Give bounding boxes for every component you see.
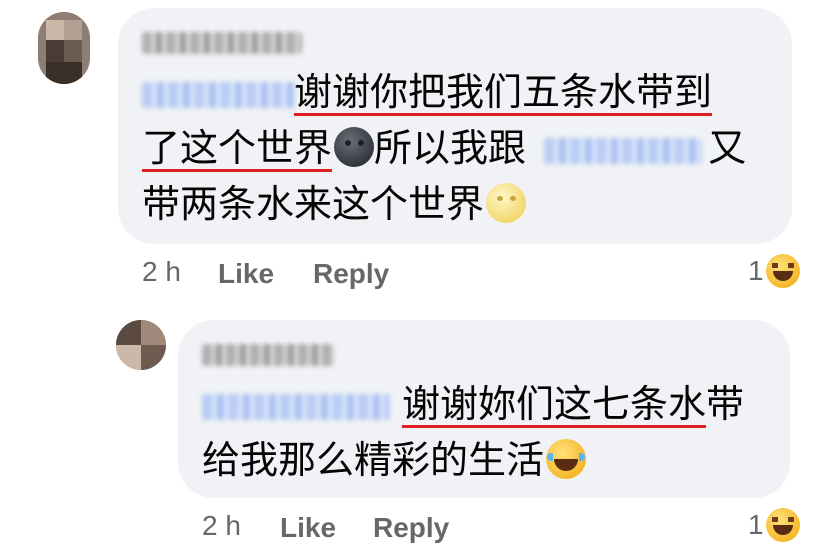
comment-line-1: 谢谢你把我们五条水带到 <box>142 68 712 116</box>
reaction-summary[interactable]: 1 <box>748 508 800 542</box>
full-moon-face-icon <box>486 183 527 223</box>
replier-name-redacted[interactable] <box>202 344 334 366</box>
tears-of-joy-icon <box>546 439 587 479</box>
comment-text: 带两条水来这个世界 <box>142 182 485 226</box>
like-button[interactable]: Like <box>280 512 336 544</box>
reaction-count: 1 <box>748 509 764 540</box>
reply-text: 谢谢妳们这七条水 <box>402 382 707 426</box>
mention-redacted[interactable] <box>544 137 703 164</box>
reply-text: 给我那么精彩的生活 <box>202 438 545 482</box>
mention-redacted[interactable] <box>202 393 390 420</box>
comment-line-2: 了这个世界 所以我跟 又 <box>142 124 746 172</box>
commenter-avatar[interactable] <box>38 12 90 84</box>
laughing-emoji-icon <box>765 254 800 288</box>
comment-text: 所以我跟 <box>374 126 527 170</box>
reply-line-2: 给我那么精彩的生活 <box>202 436 587 484</box>
mention-redacted[interactable] <box>142 81 294 108</box>
reply-text: 带 <box>706 382 745 426</box>
comment-line-3: 带两条水来这个世界 <box>142 180 527 228</box>
reply-timestamp[interactable]: 2 h <box>202 510 241 542</box>
new-moon-face-icon <box>334 127 375 167</box>
reaction-summary[interactable]: 1 <box>748 254 800 288</box>
laughing-emoji-icon <box>765 508 800 542</box>
comment-text: 谢谢你把我们五条水带到 <box>294 70 713 114</box>
reply-line-1: 谢谢妳们这七条水带 <box>202 380 744 428</box>
like-button[interactable]: Like <box>218 258 274 290</box>
reaction-count: 1 <box>748 255 764 286</box>
reply-button[interactable]: Reply <box>313 258 389 290</box>
reply-button[interactable]: Reply <box>373 512 449 544</box>
comment-timestamp[interactable]: 2 h <box>142 256 181 288</box>
comment-text: 了这个世界 <box>142 126 333 170</box>
commenter-name-redacted[interactable] <box>142 32 302 54</box>
replier-avatar[interactable] <box>116 320 166 370</box>
comment-text: 又 <box>708 126 747 170</box>
